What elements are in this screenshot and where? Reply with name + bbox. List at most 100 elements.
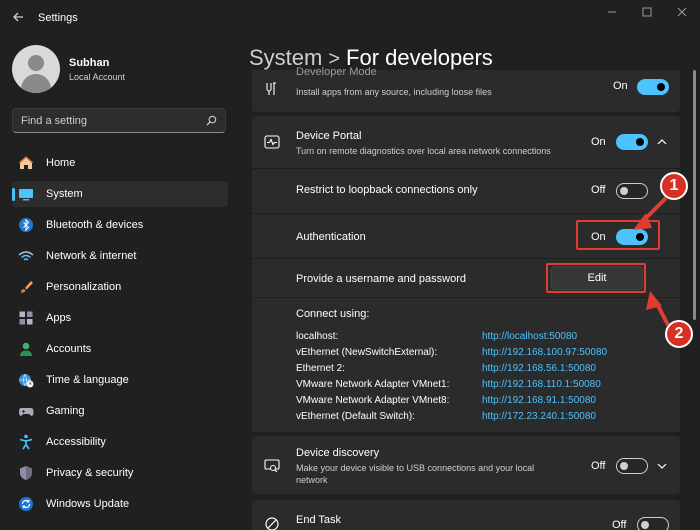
device-discovery-title: Device discovery: [296, 447, 380, 459]
annotation-highlight-edit: [546, 263, 646, 293]
connection-url[interactable]: http://192.168.100.97:50080: [482, 347, 607, 358]
annotation-marker-2: 2: [665, 320, 693, 348]
sidebar-item-label: Time & language: [46, 374, 129, 386]
sidebar-item-accounts[interactable]: Accounts: [12, 336, 228, 362]
end-task-card[interactable]: End Task Off: [252, 500, 680, 530]
update-icon: [19, 497, 33, 511]
sidebar-item-label: Personalization: [46, 281, 122, 293]
chevron-down-icon[interactable]: [656, 460, 668, 472]
sidebar-item-label: Network & internet: [46, 250, 137, 262]
authentication-label: Authentication: [296, 231, 366, 243]
sidebar-item-windows-update[interactable]: Windows Update: [12, 491, 228, 517]
system-icon: [19, 189, 33, 201]
end-task-toggle[interactable]: [637, 517, 669, 530]
sidebar-item-label: Home: [46, 157, 76, 169]
sidebar-item-gaming[interactable]: Gaming: [12, 398, 228, 424]
sidebar-item-home[interactable]: Home: [12, 150, 228, 176]
connect-using-title: Connect using:: [296, 308, 370, 320]
device-portal-toggle[interactable]: [616, 134, 648, 150]
sidebar-item-label: System: [46, 188, 83, 200]
end-task-title: End Task: [296, 514, 342, 526]
restrict-loopback-state: Off: [591, 184, 606, 196]
device-discovery-state: Off: [591, 460, 606, 472]
pulse-monitor-icon: [264, 135, 280, 149]
network-icon: [18, 251, 34, 261]
title-bar: Settings: [0, 0, 700, 36]
sidebar-item-label: Accounts: [46, 343, 92, 355]
restrict-loopback-label: Restrict to loopback connections only: [296, 184, 478, 196]
sidebar-item-label: Privacy & security: [46, 467, 134, 479]
device-portal-description: Turn on remote diagnostics over local ar…: [296, 146, 551, 156]
search-icon[interactable]: [206, 115, 217, 126]
device-portal-title: Device Portal: [296, 130, 362, 142]
connection-name: VMware Network Adapter VMnet8:: [296, 395, 450, 406]
user-name: Subhan: [69, 57, 110, 69]
device-portal-card[interactable]: Device Portal Turn on remote diagnostics…: [252, 116, 680, 168]
connection-name: localhost:: [296, 331, 339, 342]
device-discovery-icon: [264, 459, 280, 473]
maximize-icon[interactable]: [640, 6, 654, 20]
connect-using-section: Connect using: localhost: http://localho…: [252, 298, 680, 432]
sidebar-item-network[interactable]: Network & internet: [12, 243, 228, 269]
device-discovery-card[interactable]: Device discovery Make your device visibl…: [252, 436, 680, 494]
developer-mode-title: Developer Mode: [296, 66, 377, 78]
accessibility-icon: [19, 434, 33, 450]
sidebar-item-label: Gaming: [46, 405, 85, 417]
sidebar-item-accessibility[interactable]: Accessibility: [12, 429, 228, 455]
connection-name: vEthernet (Default Switch):: [296, 411, 415, 422]
brush-icon: [21, 281, 33, 293]
device-discovery-toggle[interactable]: [616, 458, 648, 474]
sidebar-item-system[interactable]: System: [12, 181, 228, 207]
apps-icon: [19, 311, 33, 325]
sidebar-item-time-language[interactable]: Time & language: [12, 367, 228, 393]
connection-name: vEthernet (NewSwitchExternal):: [296, 347, 438, 358]
credentials-label: Provide a username and password: [296, 273, 466, 285]
restrict-loopback-row: Restrict to loopback connections only Of…: [252, 169, 680, 213]
sidebar-item-label: Bluetooth & devices: [46, 219, 144, 231]
restrict-loopback-toggle[interactable]: [616, 183, 648, 199]
annotation-marker-1: 1: [660, 172, 688, 200]
search-input[interactable]: [21, 113, 201, 129]
developer-mode-card: Developer Mode Install apps from any sou…: [252, 66, 680, 112]
accounts-icon: [20, 342, 32, 356]
sidebar-item-personalization[interactable]: Personalization: [12, 274, 228, 300]
connection-url[interactable]: http://192.168.110.1:50080: [482, 379, 601, 390]
device-discovery-description: Make your device visible to USB connecti…: [296, 463, 535, 485]
home-icon: [19, 156, 33, 169]
connection-url[interactable]: http://192.168.91.1:50080: [482, 395, 596, 406]
app-title: Settings: [38, 12, 78, 24]
developer-mode-toggle[interactable]: [637, 79, 669, 95]
avatar[interactable]: [12, 45, 60, 93]
chevron-up-icon[interactable]: [656, 136, 668, 148]
sidebar-item-apps[interactable]: Apps: [12, 305, 228, 331]
sidebar-item-label: Windows Update: [46, 498, 130, 510]
developer-mode-description: Install apps from any source, including …: [296, 87, 492, 97]
gamepad-icon: [19, 408, 34, 416]
connection-url[interactable]: http://192.168.56.1:50080: [482, 363, 596, 374]
shield-icon: [20, 466, 32, 480]
sidebar-item-label: Accessibility: [46, 436, 106, 448]
annotation-highlight-authentication: [576, 220, 660, 250]
sidebar-item-privacy-security[interactable]: Privacy & security: [12, 460, 228, 486]
close-icon[interactable]: [675, 6, 689, 20]
sidebar-nav: Home System Bluetooth & devices Network …: [12, 150, 228, 522]
prohibited-icon: [265, 517, 279, 530]
sidebar-item-bluetooth[interactable]: Bluetooth & devices: [12, 212, 228, 238]
scrollbar-thumb[interactable]: [693, 70, 696, 320]
connection-url[interactable]: http://172.23.240.1:50080: [482, 411, 596, 422]
sidebar-item-label: Apps: [46, 312, 72, 324]
end-task-state: Off: [612, 519, 627, 530]
account-type: Local Account: [69, 72, 126, 82]
search-box[interactable]: [12, 108, 226, 133]
developer-tools-icon: [266, 82, 276, 95]
connection-url[interactable]: http://localhost:50080: [482, 331, 577, 342]
active-indicator: [12, 188, 15, 201]
globe-clock-icon: [19, 373, 34, 388]
back-arrow-icon[interactable]: [10, 11, 26, 25]
bluetooth-icon: [19, 218, 33, 232]
minimize-icon[interactable]: [605, 6, 619, 20]
connection-name: VMware Network Adapter VMnet1:: [296, 379, 450, 390]
connection-name: Ethernet 2:: [296, 363, 345, 374]
developer-mode-state: On: [613, 80, 628, 92]
device-portal-state: On: [591, 136, 606, 148]
